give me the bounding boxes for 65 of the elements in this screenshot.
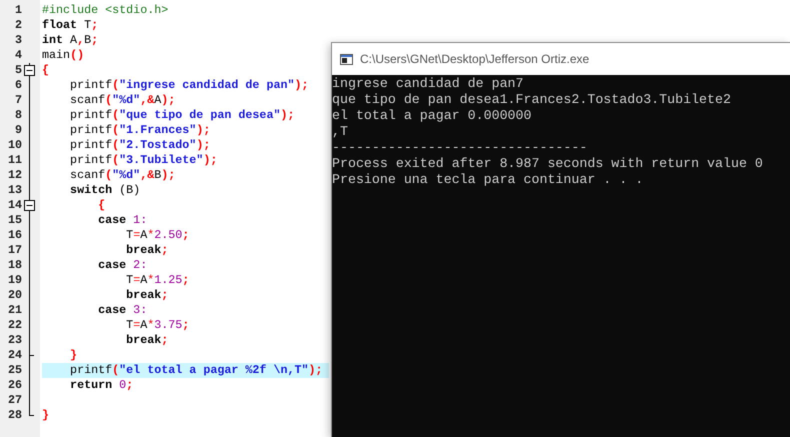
code-line: main()	[42, 48, 86, 63]
line-number: 12	[6, 168, 22, 183]
code-line: int A,B;	[42, 33, 100, 48]
line-number: 13	[6, 183, 22, 198]
line-number: 9	[14, 123, 22, 138]
code-line: T=A*2.50;	[125, 228, 190, 243]
console-app-icon	[340, 54, 353, 64]
line-number: 1	[14, 3, 22, 18]
code-line: }	[69, 348, 78, 363]
fold-toggle-icon[interactable]	[24, 198, 35, 213]
console-line: Presione una tecla para continuar . . .	[332, 172, 644, 188]
line-number: 27	[6, 393, 22, 408]
code-line: printf("ingrese candidad de pan");	[69, 78, 310, 93]
line-number: 17	[6, 243, 22, 258]
line-number: 20	[6, 288, 22, 303]
line-number: 8	[14, 108, 22, 123]
code-line: scanf("%d",&A);	[69, 93, 176, 108]
code-line: break;	[125, 243, 170, 258]
line-number: 26	[6, 378, 22, 393]
code-line: case 3:	[97, 303, 148, 318]
console-line: ,T	[332, 124, 349, 140]
console-line: el total a pagar 0.000000	[332, 108, 532, 124]
code-line: break;	[125, 288, 170, 303]
code-line: return 0;	[69, 378, 134, 393]
line-number: 24	[6, 348, 22, 363]
line-number: 19	[6, 273, 22, 288]
code-line: {	[42, 63, 50, 78]
code-line: {	[97, 198, 106, 213]
code-line: printf("1.Frances");	[69, 123, 212, 138]
line-number: 7	[14, 93, 22, 108]
line-number: 2	[14, 18, 22, 33]
code-line: printf("2.Tostado");	[69, 138, 212, 153]
code-line: printf("que tipo de pan desea");	[69, 108, 296, 123]
code-line: printf("3.Tubilete");	[69, 153, 218, 168]
line-number: 6	[14, 78, 22, 93]
code-line: case 2:	[97, 258, 148, 273]
line-number: 4	[14, 48, 22, 63]
line-number: 15	[6, 213, 22, 228]
console-line: que tipo de pan desea1.Frances2.Tostado3.Tubilete2	[332, 92, 732, 108]
line-number: 14	[6, 198, 22, 213]
code-line: T=A*1.25;	[125, 273, 190, 288]
code-line: switch (B)	[69, 183, 142, 198]
window-title: C:\Users\GNet\Desktop\Jefferson Ortiz.exe	[360, 52, 590, 66]
line-number: 16	[6, 228, 22, 243]
line-number: 23	[6, 333, 22, 348]
line-number: 18	[6, 258, 22, 273]
line-number: 10	[6, 138, 22, 153]
line-number: 21	[6, 303, 22, 318]
line-number: 11	[6, 153, 22, 168]
fold-toggle-icon[interactable]	[24, 63, 35, 78]
line-number: 5	[14, 63, 22, 78]
code-line: scanf("%d",&B);	[69, 168, 176, 183]
line-number: 22	[6, 318, 22, 333]
code-line: #include <stdio.h>	[42, 3, 170, 18]
line-number: 3	[14, 33, 22, 48]
code-line: float T;	[42, 18, 100, 33]
code-line: T=A*3.75;	[125, 318, 190, 333]
code-line: case 1:	[97, 213, 148, 228]
console-line: --------------------------------	[332, 140, 588, 156]
console-line: Process exited after 8.987 seconds with return value 0	[332, 156, 764, 172]
code-line: }	[42, 408, 50, 423]
line-number: 28	[6, 408, 22, 423]
line-number: 25	[6, 363, 22, 378]
code-line: break;	[125, 333, 170, 348]
console-line: ingrese candidad de pan7	[332, 76, 525, 92]
